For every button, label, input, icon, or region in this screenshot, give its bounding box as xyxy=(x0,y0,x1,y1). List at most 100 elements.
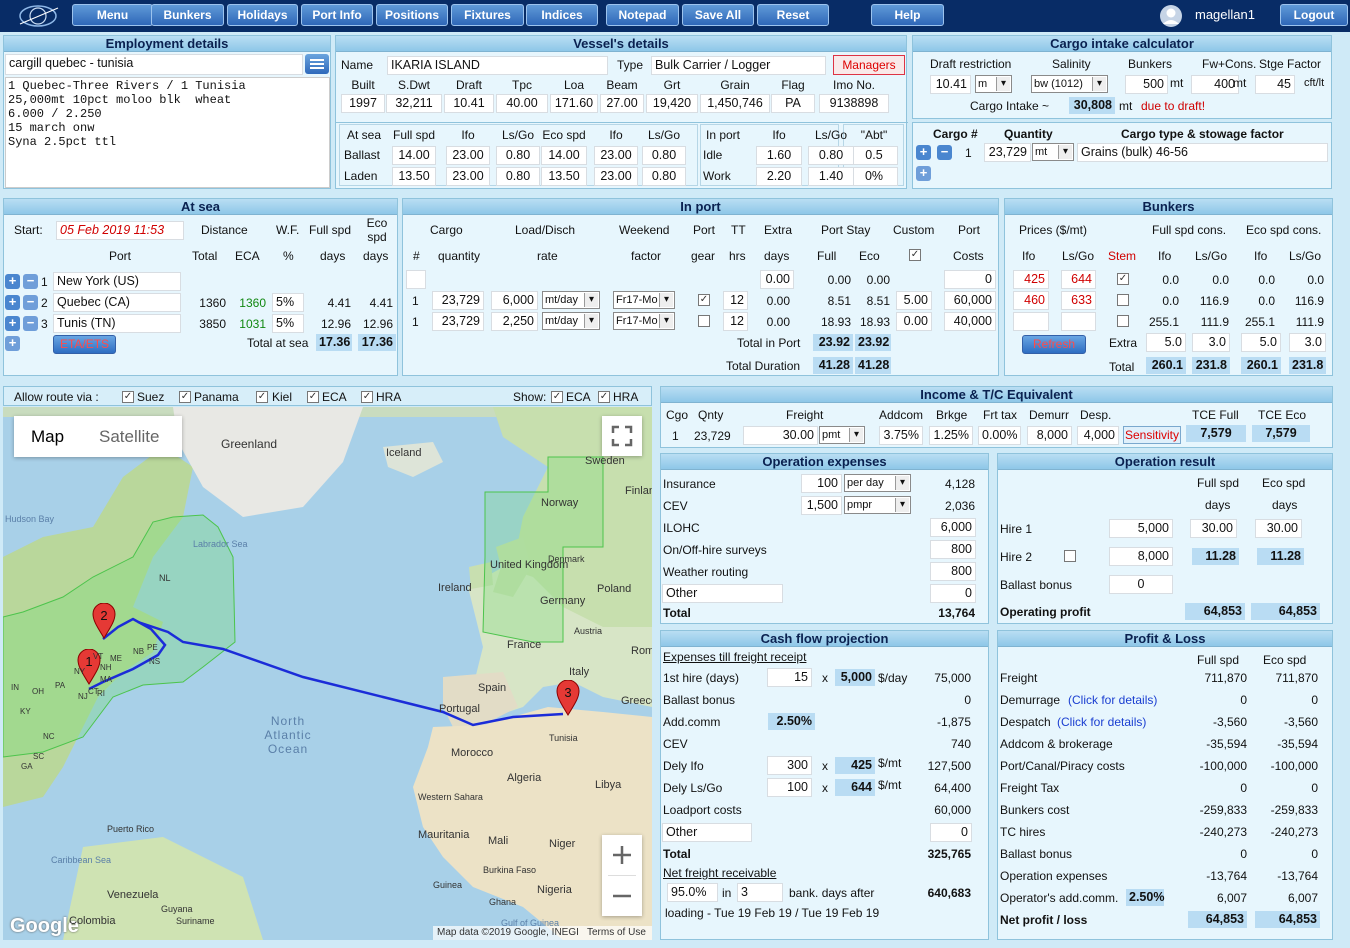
spec-value-3[interactable]: 40.00 xyxy=(496,94,548,113)
hire1-rate-input[interactable]: 5,000 xyxy=(1109,519,1173,538)
inport-rate-input-0[interactable]: 6,000 xyxy=(491,291,538,310)
zoom-in-icon[interactable] xyxy=(602,835,642,875)
addcom-input[interactable]: 3.75% xyxy=(879,426,923,445)
add-cargo-row-icon[interactable]: + xyxy=(916,166,931,181)
eca-route-checkbox[interactable]: ✓ xyxy=(307,391,319,403)
weather-factor-input-1[interactable]: 5% xyxy=(272,293,304,312)
hire2-checkbox[interactable] xyxy=(1064,550,1076,562)
notepad-button[interactable]: Notepad xyxy=(606,4,679,26)
draft-input[interactable]: 10.41 xyxy=(930,75,971,94)
demurrage-input[interactable]: 8,000 xyxy=(1027,426,1072,445)
inport-qty-input-0[interactable]: 23,729 xyxy=(432,291,484,310)
add-row-icon-1[interactable]: + xyxy=(5,295,20,310)
employment-name-input[interactable]: cargill quebec - tunisia xyxy=(5,54,303,75)
stowage-factor-input[interactable]: 45 xyxy=(1255,75,1295,94)
fullscreen-icon[interactable] xyxy=(602,416,642,456)
start-date-input[interactable]: 05 Feb 2019 11:53 xyxy=(56,221,184,240)
suez-checkbox[interactable]: ✓ xyxy=(122,391,134,403)
route-map[interactable]: 1 2 3 Map Satellite Google Map data ©201… xyxy=(3,407,652,940)
stem-checkbox-0[interactable]: ✓ xyxy=(1117,273,1129,285)
salinity-select[interactable]: bw (1012) xyxy=(1031,75,1108,93)
panama-checkbox[interactable]: ✓ xyxy=(179,391,191,403)
idle-value-1[interactable]: 1.60 xyxy=(756,146,802,165)
cargo-type-input[interactable]: Grains (bulk) 46-56 xyxy=(1077,143,1328,162)
insurance-unit-select[interactable]: per day xyxy=(844,474,911,492)
employment-notes-textarea[interactable]: 1 Quebec-Three Rivers / 1 Tunisia 25,000… xyxy=(5,77,330,188)
help-button[interactable]: Help xyxy=(871,4,944,26)
bunker-extra-input-2[interactable]: 5.0 xyxy=(1241,333,1281,352)
add-row-icon-2[interactable]: + xyxy=(5,316,20,331)
tt-hrs-input-1[interactable]: 12 xyxy=(723,312,748,331)
cargo-unit-select[interactable]: mt xyxy=(1032,143,1074,161)
first-hire-days-input[interactable]: 15 xyxy=(767,668,812,687)
inport-row0-costs[interactable]: 0 xyxy=(944,270,996,289)
custom-input-1[interactable]: 0.00 xyxy=(896,312,932,331)
port-costs-input-1[interactable]: 40,000 xyxy=(944,312,996,331)
despatch-input[interactable]: 4,000 xyxy=(1077,426,1119,445)
bunker-extra-input-0[interactable]: 5.0 xyxy=(1146,333,1186,352)
weekend-factor-select-1[interactable]: Fr17-Mo xyxy=(613,312,675,330)
route-marker-3[interactable]: 3 xyxy=(556,679,580,719)
show-eca-checkbox[interactable]: ✓ xyxy=(551,391,563,403)
inport-row0-num[interactable] xyxy=(406,270,426,289)
abt-pct-input[interactable]: 0% xyxy=(850,167,898,186)
freight-input[interactable]: 30.00 xyxy=(743,426,818,445)
remove-row-icon-0[interactable]: − xyxy=(23,274,38,289)
dely-lsgo-qty-input[interactable]: 100 xyxy=(767,778,812,797)
hire1-full-days-input[interactable]: 30.00 xyxy=(1190,519,1237,538)
inport-rate-unit-select-1[interactable]: mt/day xyxy=(542,312,600,330)
positions-button[interactable]: Positions xyxy=(376,4,448,26)
port-input-0[interactable]: New York (US) xyxy=(53,272,181,291)
tt-hrs-input-0[interactable]: 12 xyxy=(723,291,748,310)
terms-of-use-link[interactable]: Terms of Use xyxy=(587,927,646,939)
fw-cons-input[interactable]: 400 xyxy=(1191,75,1239,94)
fixtures-button[interactable]: Fixtures xyxy=(451,4,524,26)
ballast-value-4[interactable]: 14.00 xyxy=(541,146,587,165)
ilohc-input[interactable]: 6,000 xyxy=(930,518,976,537)
custom-input-0[interactable]: 5.00 xyxy=(896,291,932,310)
bunker-lsgo-price-2[interactable] xyxy=(1061,312,1096,331)
reset-button[interactable]: Reset xyxy=(757,4,829,26)
holidays-button[interactable]: Holidays xyxy=(227,4,298,26)
add-row-icon-0[interactable]: + xyxy=(5,274,20,289)
cev-input[interactable]: 1,500 xyxy=(801,496,842,515)
bank-days-input[interactable]: 3 xyxy=(737,883,783,902)
port-costs-input-0[interactable]: 60,000 xyxy=(944,291,996,310)
eta-ets-button[interactable]: ETA/ETS xyxy=(53,335,116,354)
other-expense-name-input[interactable]: Other xyxy=(662,584,783,603)
map-tab[interactable]: Map xyxy=(31,428,64,446)
inport-row0-extra[interactable]: 0.00 xyxy=(760,270,794,289)
menu-button[interactable]: Menu xyxy=(72,4,153,26)
laden-value-6[interactable]: 0.80 xyxy=(642,167,686,186)
cf-other-input[interactable]: 0 xyxy=(930,823,972,842)
spec-value-1[interactable]: 32,211 xyxy=(386,94,442,113)
stem-checkbox-2[interactable] xyxy=(1117,315,1129,327)
brkge-input[interactable]: 1.25% xyxy=(929,426,973,445)
weather-factor-input-2[interactable]: 5% xyxy=(272,314,304,333)
on-off-hire-input[interactable]: 800 xyxy=(930,540,976,559)
indices-button[interactable]: Indices xyxy=(526,4,598,26)
insurance-input[interactable]: 100 xyxy=(801,474,842,493)
work-value-2[interactable]: 1.40 xyxy=(808,167,854,186)
spec-value-2[interactable]: 10.41 xyxy=(444,94,494,113)
port-input-2[interactable]: Tunis (TN) xyxy=(53,314,181,333)
bunker-extra-input-3[interactable]: 3.0 xyxy=(1289,333,1326,352)
managers-button[interactable]: Managers xyxy=(833,55,905,75)
work-value-1[interactable]: 2.20 xyxy=(756,167,802,186)
spec-value-5[interactable]: 27.00 xyxy=(600,94,644,113)
refresh-button[interactable]: Refresh xyxy=(1022,335,1086,354)
hire2-rate-input[interactable]: 8,000 xyxy=(1109,547,1173,566)
inport-qty-input-1[interactable]: 23,729 xyxy=(432,312,484,331)
laden-value-2[interactable]: 23.00 xyxy=(446,167,490,186)
laden-value-4[interactable]: 13.50 xyxy=(541,167,587,186)
ballast-value-1[interactable]: 14.00 xyxy=(392,146,436,165)
sensitivity-button[interactable]: Sensitivity xyxy=(1123,426,1181,444)
ballast-bonus-input[interactable]: 0 xyxy=(1109,575,1173,594)
cf-other-name-input[interactable]: Other xyxy=(662,823,752,842)
cargo-quantity-input[interactable]: 23,729 xyxy=(984,143,1031,162)
spec-value-6[interactable]: 19,420 xyxy=(646,94,698,113)
pl-details-link-1[interactable]: (Click for details) xyxy=(1068,693,1157,707)
remove-row-icon-2[interactable]: − xyxy=(23,316,38,331)
bunker-ifo-price-0[interactable]: 425 xyxy=(1013,270,1049,289)
stem-checkbox-1[interactable] xyxy=(1117,294,1129,306)
